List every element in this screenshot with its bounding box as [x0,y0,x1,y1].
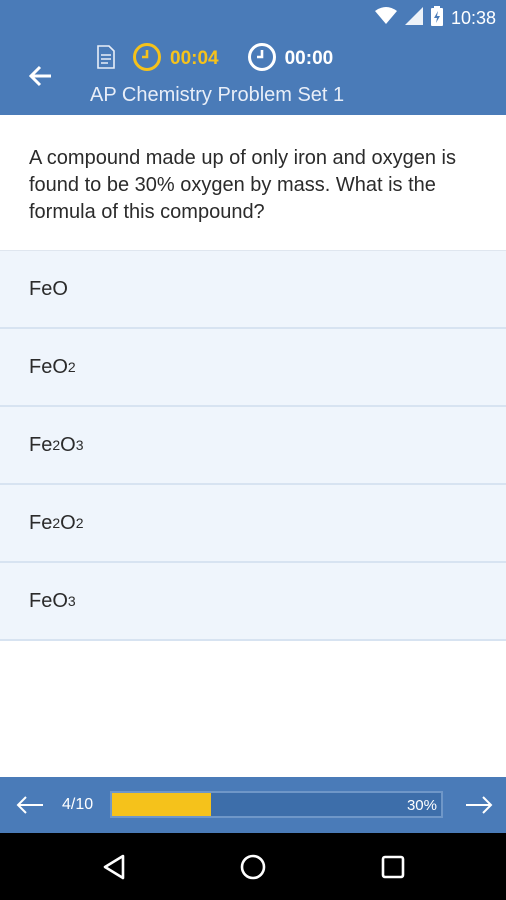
answer-option[interactable]: Fe 2 O 3 [0,407,506,485]
question-card: A compound made up of only iron and oxyg… [0,115,506,251]
answer-formula: FeO [29,251,68,327]
document-icon[interactable] [96,44,116,74]
answer-formula: Fe 2 O 3 [29,407,84,483]
system-recents-button[interactable] [377,851,409,883]
formula-text: Fe [29,433,53,456]
answer-formula: FeO 3 [29,563,76,639]
formula-text: FeO [29,355,68,378]
page-counter: 4/10 [62,796,94,813]
app-header: 00:04 00:00 AP Chemistry Problem Set 1 [0,36,506,115]
elapsed-timer: 00:04 [170,48,219,69]
formula-text: FeO [29,277,68,300]
formula-text: FeO [29,589,68,612]
total-clock-icon [247,42,277,77]
system-navigation-bar [0,833,506,900]
answer-option[interactable]: Fe 2 O 2 [0,485,506,563]
progress-fill [112,793,211,816]
wifi-icon [374,6,397,30]
right-arrow-icon [466,796,493,814]
previous-question-button[interactable] [12,787,48,823]
formula-subscript: 2 [52,515,61,531]
signal-icon [404,6,423,30]
answer-formula: Fe 2 O 2 [29,485,84,561]
status-bar: 10:38 [0,0,506,36]
progress-percent: 30% [406,797,437,814]
formula-subscript: 2 [75,515,84,531]
formula-text: O [60,433,76,456]
home-circle-icon [240,854,266,880]
question-text: A compound made up of only iron and oxyg… [29,147,456,223]
formula-text: O [60,511,76,534]
page-title: AP Chemistry Problem Set 1 [90,84,345,106]
header-timers: 00:04 00:00 [96,42,334,74]
elapsed-clock-icon [132,42,162,77]
answer-option[interactable]: FeO [0,251,506,329]
answer-option[interactable]: FeO 2 [0,329,506,407]
formula-subscript: 2 [67,359,76,375]
back-triangle-icon [103,854,125,880]
recents-square-icon [381,855,405,879]
answer-list: FeO FeO 2 Fe 2 O 3 Fe 2 O 2 FeO 3 [0,251,506,641]
system-back-button[interactable] [98,851,130,883]
status-icons: 10:38 [374,5,496,31]
answer-option[interactable]: FeO 3 [0,563,506,641]
left-arrow-icon [16,796,43,814]
answer-formula: FeO 2 [29,329,76,405]
status-time: 10:38 [450,7,496,28]
total-timer: 00:00 [284,48,334,69]
formula-subscript: 3 [67,593,76,609]
progress-bar: 30% [110,791,443,818]
next-question-button[interactable] [461,787,497,823]
back-arrow-icon [28,65,51,87]
formula-subscript: 2 [52,437,61,453]
back-button[interactable] [22,58,58,94]
formula-subscript: 3 [75,437,84,453]
formula-text: Fe [29,511,53,534]
bottom-bar: 4/10 30% [0,777,506,833]
system-home-button[interactable] [237,851,269,883]
battery-charging-icon [430,5,443,31]
